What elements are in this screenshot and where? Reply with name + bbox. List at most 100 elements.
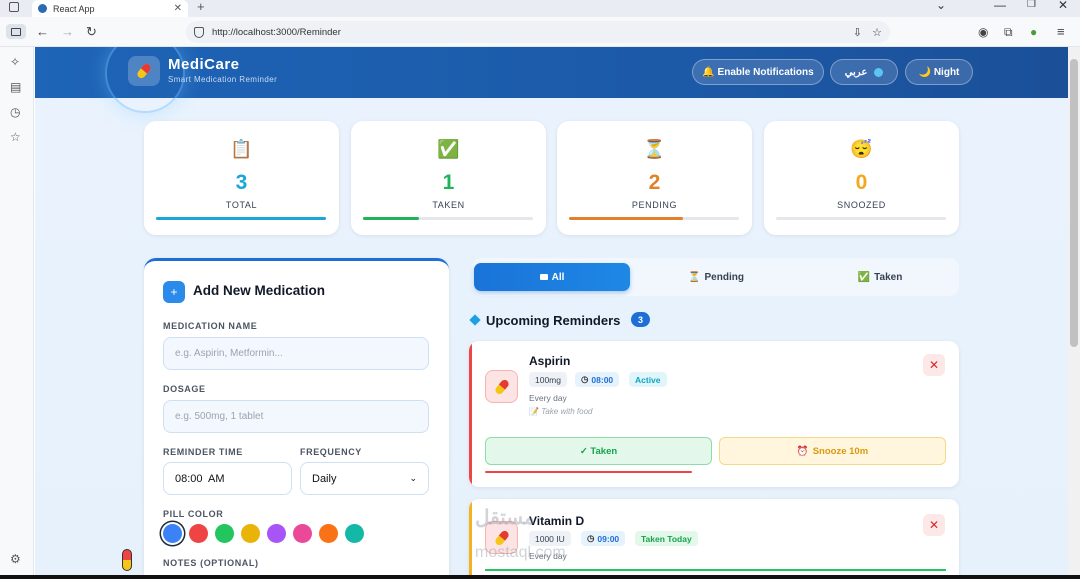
stat-icon: ✅ [437,139,460,159]
extension-leaf-icon[interactable]: ● [1030,24,1037,40]
snooze-button[interactable]: ⏰ Snooze 10m [719,437,946,465]
maximize-button[interactable]: ❐ [1027,0,1036,10]
page-scrollbar[interactable] [1068,47,1080,579]
medication-name: Vitamin D [529,514,585,528]
scrollbar-thumb[interactable] [1070,59,1078,347]
dosage-input[interactable]: e.g. 500mg, 1 tablet [163,400,429,433]
tab-list-icon[interactable] [9,2,19,12]
medication-name: Aspirin [529,354,571,368]
reminder-count-badge: 3 [631,312,650,327]
pill-color-swatch[interactable] [293,524,312,543]
language-toggle-button[interactable]: عربي [830,59,898,85]
clock-icon: ◷ [581,374,589,384]
menu-icon[interactable]: ≡ [1057,24,1065,40]
mark-taken-button[interactable]: ✓ Taken [485,437,712,465]
stat-progress-fill [156,217,326,220]
tab-all[interactable]: All [474,263,630,291]
pill-color-swatch[interactable] [215,524,234,543]
form-title: Add New Medication [193,283,326,298]
dosage-chip: 100mg [529,372,567,387]
new-tab-button[interactable]: + [197,0,205,14]
stat-value: 3 [235,171,248,194]
bookmark-star-icon[interactable]: ☆ [872,26,882,39]
pill-color-label: PILL COLOR [163,509,224,519]
pill-color-swatch[interactable] [241,524,260,543]
filter-tabs: All ⏳ Pending ✅ Taken [472,258,959,296]
stat-value: 1 [442,171,455,194]
brand-name: MediCare [168,56,240,73]
status-badge: Active [629,372,667,387]
watermark-url: mostaql.com [475,544,566,561]
reminder-time-input[interactable]: 08:00 AM [163,462,292,495]
section-title: Upcoming Reminders [486,313,621,328]
browser-tab[interactable]: React App ✕ [32,0,188,17]
time-chip: ◷ 09:00 [581,531,626,546]
medication-name-input[interactable]: e.g. Aspirin, Metformin... [163,337,429,370]
diamond-icon [469,314,481,326]
stat-value: 0 [855,171,868,194]
brand-tagline: Smart Medication Reminder [168,75,278,84]
plus-icon: + [163,281,185,303]
hourglass-icon: ⏳ [688,271,701,283]
sidebar-toggle-icon[interactable] [6,24,26,39]
card-accent-stripe [469,499,472,579]
collections-icon[interactable]: ▤ [10,80,21,94]
close-tab-icon[interactable]: ✕ [174,3,182,14]
delete-button[interactable]: ✕ [923,514,945,536]
stat-progress-track [156,217,326,220]
note-text: 📝 Take with food [529,407,593,416]
note-value: Take with food [541,407,593,416]
tab-taken-label: Taken [874,271,903,283]
install-app-icon[interactable]: ⇩ [853,26,862,39]
theme-toggle-button[interactable]: 🌙 Night [905,59,973,85]
tab-taken[interactable]: ✅ Taken [802,263,958,291]
stat-icon: 😴 [850,139,873,159]
pill-color-swatch[interactable] [345,524,364,543]
frequency-text: Every day [529,393,567,403]
tab-pending-label: Pending [704,271,744,283]
favorites-icon[interactable]: ☆ [10,130,21,144]
enable-notifications-button[interactable]: 🔔 Enable Notifications [692,59,824,85]
time-progress-bar [485,471,692,473]
pill-color-swatch[interactable] [189,524,208,543]
settings-gear-icon[interactable]: ⚙ [10,552,21,566]
reload-icon[interactable]: ↻ [86,24,97,40]
pill-icon [485,370,518,403]
pill-color-swatch[interactable] [163,524,182,543]
minimize-button[interactable]: — [994,0,1006,12]
app-viewport: MediCare Smart Medication Reminder 🔔 Ena… [35,47,1068,579]
clock-icon: ◷ [587,533,595,543]
checkmark-icon: ✅ [857,271,871,283]
add-medication-card: + Add New Medication MEDICATION NAME e.g… [144,258,449,579]
stat-label: TOTAL [225,200,258,210]
stat-progress-fill [363,217,420,220]
reminder-time-label: REMINDER TIME [163,447,243,457]
stat-card-pending: ⏳ 2 PENDING [557,121,752,235]
address-bar[interactable]: http://localhost:3000/Reminder ⇩ ☆ [186,21,890,43]
tab-dropdown-icon[interactable]: ⌄ [936,0,946,12]
pill-color-swatch[interactable] [267,524,286,543]
browser-sidebar: ✧ ▤ ◷ ☆ ⚙ [0,47,34,579]
copilot-icon[interactable]: ✧ [10,55,20,69]
close-window-button[interactable]: ✕ [1058,0,1068,12]
tab-pending[interactable]: ⏳ Pending [638,263,794,291]
card-accent-stripe [469,341,472,487]
floating-capsule-icon [122,549,132,571]
notes-label: NOTES (OPTIONAL) [163,558,259,568]
frequency-select[interactable]: Daily ⌄ [300,462,429,495]
tab-all-label: All [551,271,565,283]
memo-icon: 📝 [529,407,539,416]
pill-color-swatch[interactable] [319,524,338,543]
stat-progress-fill [569,217,683,220]
back-arrow-icon[interactable]: ← [36,24,49,40]
profile-icon[interactable]: ◉ [978,24,988,40]
delete-button[interactable]: ✕ [923,354,945,376]
time-value: 09:00 [597,533,620,544]
stat-icon: 📋 [230,139,253,159]
tab-title: React App [53,3,95,14]
language-label: عربي [844,66,868,78]
status-badge: Taken Today [635,531,698,546]
forward-arrow-icon[interactable]: → [61,24,74,40]
extensions-icon[interactable]: ⧉ [1004,24,1013,40]
history-icon[interactable]: ◷ [10,105,20,119]
